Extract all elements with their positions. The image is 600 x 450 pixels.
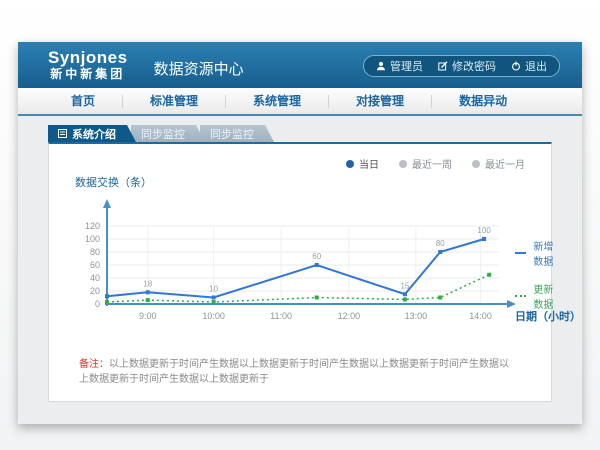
legend-item-updated-data: 更新数据 bbox=[515, 281, 554, 311]
radio-dot bbox=[399, 160, 407, 168]
svg-text:日期（小时）: 日期（小时） bbox=[515, 309, 581, 323]
legend-item-new-data: 新增数据 bbox=[515, 238, 554, 268]
app-header: Synjones 新中新集团 数据资源中心 管理员 修改 bbox=[18, 42, 582, 88]
user-icon bbox=[376, 61, 386, 71]
user-menu-button[interactable]: 管理员 bbox=[376, 58, 423, 74]
filter-option-last-week[interactable]: 最近一周 bbox=[399, 156, 452, 171]
legend-swatch-solid-line bbox=[515, 252, 526, 254]
user-label: 管理员 bbox=[390, 58, 423, 74]
svg-text:100: 100 bbox=[477, 226, 491, 235]
tab-label: 同步监控 bbox=[141, 126, 185, 142]
radio-dot bbox=[472, 160, 480, 168]
svg-text:20: 20 bbox=[90, 286, 100, 296]
svg-text:80: 80 bbox=[436, 239, 445, 248]
footnote-prefix: 备注： bbox=[79, 359, 109, 370]
svg-text:10: 10 bbox=[209, 285, 218, 294]
nav-item-standard-mgmt[interactable]: 标准管理 bbox=[123, 95, 226, 108]
svg-text:60: 60 bbox=[312, 252, 321, 261]
legend-label: 新增数据 bbox=[533, 238, 554, 268]
logout-button[interactable]: 退出 bbox=[511, 58, 547, 74]
chart-container: 0 20 40 60 80 100 120 9:00 10:00 11:00 12:00 13:00 1… bbox=[63, 192, 551, 342]
nav-item-system-mgmt[interactable]: 系统管理 bbox=[226, 95, 329, 108]
radio-label: 当日 bbox=[359, 156, 379, 171]
time-filter: 当日 最近一周 最近一月 bbox=[49, 144, 551, 171]
main-nav: 首页 标准管理 系统管理 对接管理 数据异动 bbox=[18, 88, 582, 116]
svg-text:12:00: 12:00 bbox=[338, 311, 361, 321]
radio-label: 最近一周 bbox=[412, 156, 452, 171]
svg-text:0: 0 bbox=[95, 299, 100, 309]
chart-panel: 当日 最近一周 最近一月 数据交换（条） 0 20 40 60 80 100 120 9:00… bbox=[48, 142, 552, 402]
svg-text:18: 18 bbox=[143, 279, 152, 288]
line-chart: 0 20 40 60 80 100 120 9:00 10:00 11:00 12:00 13:00 1… bbox=[63, 192, 587, 342]
chart-legend: 新增数据 更新数据 bbox=[515, 238, 554, 311]
page-title: 数据资源中心 bbox=[154, 58, 244, 79]
power-icon bbox=[511, 61, 521, 71]
svg-text:80: 80 bbox=[90, 247, 100, 257]
tab-system-intro[interactable]: 系统介绍 bbox=[48, 125, 136, 142]
footnote-text: 以上数据更新于时间产生数据以上数据更新于时间产生数据以上数据更新于时间产生数据以… bbox=[79, 359, 509, 385]
y-axis-title: 数据交换（条） bbox=[75, 174, 551, 190]
company-logo: Synjones 新中新集团 bbox=[48, 48, 128, 81]
tab-sync-monitor-2[interactable]: 同步监控 bbox=[200, 125, 274, 142]
svg-text:11:00: 11:00 bbox=[270, 311, 292, 321]
svg-text:40: 40 bbox=[90, 273, 100, 283]
nav-item-home[interactable]: 首页 bbox=[44, 95, 123, 108]
tab-label: 同步监控 bbox=[210, 126, 254, 142]
svg-text:100: 100 bbox=[85, 234, 100, 244]
filter-option-today[interactable]: 当日 bbox=[346, 156, 379, 171]
legend-swatch-dotted-line bbox=[515, 295, 526, 297]
edit-icon bbox=[438, 61, 448, 71]
tab-bar: 系统介绍 同步监控 同步监控 bbox=[48, 125, 582, 142]
change-password-button[interactable]: 修改密码 bbox=[438, 58, 496, 74]
svg-text:14:00: 14:00 bbox=[469, 311, 492, 321]
content-area: 系统介绍 同步监控 同步监控 当日 最近一周 bbox=[18, 116, 582, 402]
tab-sync-monitor-1[interactable]: 同步监控 bbox=[131, 125, 205, 142]
svg-text:10:00: 10:00 bbox=[202, 311, 225, 321]
logout-label: 退出 bbox=[525, 58, 547, 74]
nav-item-interface-mgmt[interactable]: 对接管理 bbox=[329, 95, 432, 108]
logo-text-en: Synjones bbox=[48, 48, 128, 68]
svg-text:60: 60 bbox=[90, 260, 100, 270]
svg-text:120: 120 bbox=[85, 221, 100, 231]
app-window: Synjones 新中新集团 数据资源中心 管理员 修改 bbox=[18, 42, 582, 424]
legend-label: 更新数据 bbox=[533, 281, 554, 311]
page-background: Synjones 新中新集团 数据资源中心 管理员 修改 bbox=[0, 0, 600, 450]
change-password-label: 修改密码 bbox=[452, 58, 496, 74]
radio-dot bbox=[346, 160, 354, 168]
user-toolbar: 管理员 修改密码 退出 bbox=[363, 55, 560, 77]
radio-label: 最近一月 bbox=[485, 156, 525, 171]
svg-text:15: 15 bbox=[400, 281, 409, 290]
svg-text:13:00: 13:00 bbox=[405, 311, 428, 321]
footnote: 备注：以上数据更新于时间产生数据以上数据更新于时间产生数据以上数据更新于时间产生… bbox=[79, 358, 517, 387]
tab-label: 系统介绍 bbox=[72, 126, 116, 142]
document-icon bbox=[58, 129, 67, 138]
logo-text-cn: 新中新集团 bbox=[48, 68, 128, 82]
svg-text:9:00: 9:00 bbox=[139, 311, 157, 321]
nav-item-data-change[interactable]: 数据异动 bbox=[432, 95, 534, 108]
filter-option-last-month[interactable]: 最近一月 bbox=[472, 156, 525, 171]
